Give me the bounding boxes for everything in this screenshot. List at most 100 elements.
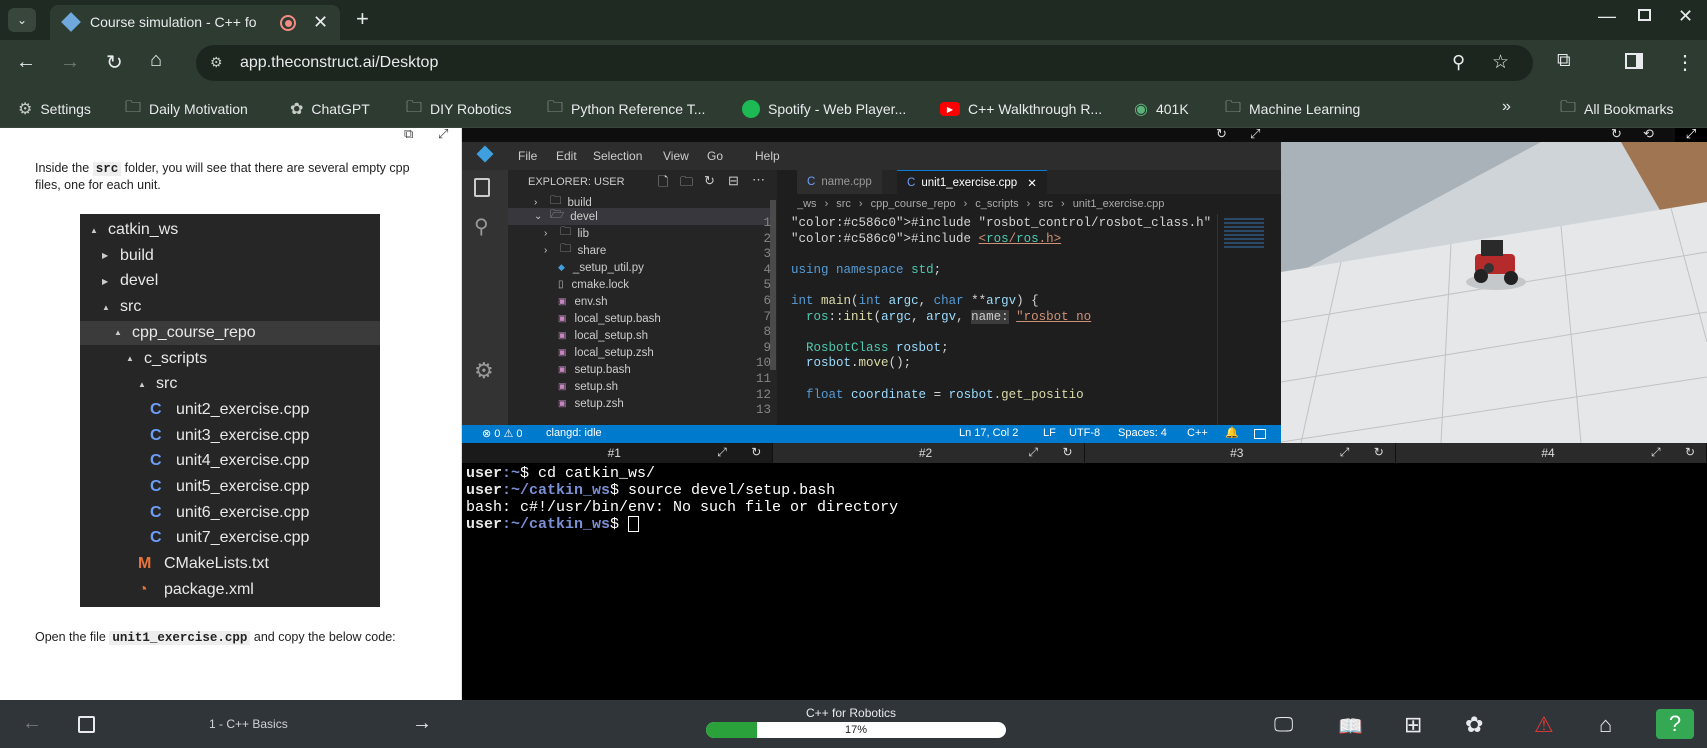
expand-icon[interactable]: ⤢ bbox=[1250, 126, 1260, 142]
lsp-status[interactable]: clangd: idle bbox=[546, 427, 602, 439]
more-bookmarks-icon[interactable]: » bbox=[1502, 98, 1511, 116]
close-tab-icon[interactable]: ✕ bbox=[313, 12, 328, 33]
explorer-item[interactable]: ▣ env.sh bbox=[544, 293, 608, 310]
terminal-tab[interactable]: #1 ⤢ ↻ bbox=[462, 443, 774, 463]
expand-icon[interactable]: ⤢ bbox=[1651, 445, 1661, 460]
warning-icon[interactable]: ⚠ bbox=[1534, 712, 1554, 738]
bookmark-cpp-walkthrough[interactable]: ▶ C++ Walkthrough R... bbox=[940, 97, 1102, 121]
forward-icon[interactable]: → bbox=[60, 51, 80, 74]
expand-icon[interactable]: ⤢ bbox=[717, 445, 727, 460]
menu-help[interactable]: Help bbox=[755, 149, 780, 163]
bookmark-machine-learning[interactable]: 🗀 Machine Learning bbox=[1225, 97, 1360, 121]
refresh-icon[interactable]: ↻ bbox=[1216, 126, 1227, 142]
close-window-icon[interactable]: ✕ bbox=[1678, 6, 1693, 27]
encoding-status[interactable]: UTF-8 bbox=[1069, 427, 1100, 439]
side-panel-icon[interactable] bbox=[1625, 53, 1643, 69]
bookmark-spotify[interactable]: Spotify - Web Player... bbox=[742, 97, 906, 121]
problems-indicator[interactable]: ⊗ 0 ⚠ 0 bbox=[482, 427, 522, 440]
explorer-icon[interactable] bbox=[474, 178, 490, 197]
reload-icon[interactable]: ↻ bbox=[1611, 128, 1622, 142]
new-file-icon[interactable]: 🗋 bbox=[658, 173, 668, 195]
indent-status[interactable]: Spaces: 4 bbox=[1118, 427, 1167, 439]
minimize-icon[interactable]: — bbox=[1598, 6, 1616, 27]
reload-icon[interactable]: ↻ bbox=[1685, 445, 1695, 459]
reload-icon[interactable]: ↻ bbox=[106, 50, 123, 75]
home-icon[interactable]: ⌂ bbox=[150, 49, 162, 72]
menu-edit[interactable]: Edit bbox=[556, 149, 577, 163]
open-external-icon[interactable]: ⧉ bbox=[404, 128, 413, 142]
reload-icon[interactable]: ↻ bbox=[1063, 445, 1073, 459]
explorer-item[interactable]: ▯ cmake.lock bbox=[544, 276, 629, 293]
notifications-icon[interactable]: 🔔 bbox=[1225, 426, 1239, 439]
explorer-item[interactable]: ▣ local_setup.bash bbox=[544, 310, 661, 327]
explorer-item[interactable]: ▣ setup.sh bbox=[544, 378, 618, 395]
terminal-tab[interactable]: #2 ⤢ ↻ bbox=[773, 443, 1085, 463]
reset-icon[interactable]: ⟲ bbox=[1643, 128, 1654, 142]
explorer-item[interactable]: ▣ local_setup.sh bbox=[544, 327, 648, 344]
tab-name-cpp[interactable]: Cname.cpp bbox=[797, 170, 882, 194]
explorer-item[interactable]: › 🗀 lib bbox=[544, 225, 589, 242]
tab-unit1-exercise[interactable]: Cunit1_exercise.cpp ✕ bbox=[897, 170, 1047, 194]
terminal-tab[interactable]: #3 ⤢ ↻ bbox=[1084, 443, 1396, 463]
extensions-icon[interactable]: ⧉ bbox=[1557, 50, 1571, 72]
close-tab-icon[interactable]: ✕ bbox=[1027, 176, 1037, 190]
bookmark-chatgpt[interactable]: ✿ ChatGPT bbox=[290, 97, 370, 121]
menu-selection[interactable]: Selection bbox=[593, 149, 642, 163]
home-icon[interactable]: ⌂ bbox=[1599, 712, 1612, 738]
breadcrumb-item[interactable]: _ws bbox=[797, 198, 817, 210]
menu-icon[interactable]: ⋮ bbox=[1675, 50, 1695, 75]
reload-icon[interactable]: ↻ bbox=[751, 445, 761, 459]
breadcrumb-item[interactable]: cpp_course_repo bbox=[871, 198, 956, 210]
menu-go[interactable]: Go bbox=[707, 149, 723, 163]
settings-gear-icon[interactable]: ⚙ bbox=[474, 358, 494, 384]
desktop-icon[interactable]: 🖵 bbox=[1274, 714, 1293, 737]
search-icon[interactable]: ⚲ bbox=[474, 214, 489, 239]
bookmark-diy-robotics[interactable]: 🗀 DIY Robotics bbox=[406, 97, 511, 121]
breadcrumb-item[interactable]: src bbox=[836, 198, 851, 210]
tab-search-button[interactable]: ⌄ bbox=[8, 8, 36, 32]
more-actions-icon[interactable]: ⋯ bbox=[752, 172, 765, 188]
bookmark-daily-motivation[interactable]: 🗀 Daily Motivation bbox=[125, 97, 248, 121]
refresh-explorer-icon[interactable]: ↻ bbox=[704, 173, 715, 189]
previous-unit-icon[interactable]: ← bbox=[22, 712, 42, 735]
bookmark-star-icon[interactable]: ☆ bbox=[1492, 51, 1509, 74]
cursor-position[interactable]: Ln 17, Col 2 bbox=[959, 427, 1018, 439]
address-bar[interactable]: ⚙ app.theconstruct.ai/Desktop ⚲ ☆ bbox=[196, 45, 1533, 81]
next-unit-icon[interactable]: → bbox=[412, 712, 432, 735]
expand-icon[interactable]: ⤢ bbox=[1340, 445, 1350, 460]
expand-icon[interactable]: ⤢ bbox=[438, 128, 448, 142]
explorer-item[interactable]: ▣ setup.zsh bbox=[544, 395, 624, 412]
book-icon[interactable]: 📖 bbox=[1338, 714, 1363, 739]
new-tab-icon[interactable]: + bbox=[356, 6, 369, 32]
all-bookmarks[interactable]: 🗀 All Bookmarks bbox=[1560, 97, 1673, 121]
explorer-item[interactable]: ▣ setup.bash bbox=[544, 361, 631, 378]
zoom-icon[interactable]: ⚲ bbox=[1452, 52, 1465, 73]
eol-status[interactable]: LF bbox=[1043, 427, 1056, 439]
ai-assistant-icon[interactable]: ✿ bbox=[1465, 712, 1483, 738]
explorer-item[interactable]: ◆ _setup_util.py bbox=[544, 259, 644, 276]
new-folder-icon[interactable]: 🗀 bbox=[680, 173, 693, 195]
notebook-toggle-icon[interactable] bbox=[78, 716, 95, 733]
explorer-item[interactable]: › 🗀 share bbox=[544, 242, 606, 259]
terminal-1[interactable]: user:~$ cd catkin_ws/user:~/catkin_ws$ s… bbox=[462, 463, 1707, 700]
code-area[interactable]: 1 "color:#c586c0">#include "rosbot_contro… bbox=[739, 214, 1219, 425]
breadcrumb-item[interactable]: c_scripts bbox=[975, 198, 1018, 210]
menu-view[interactable]: View bbox=[663, 149, 689, 163]
expand-icon[interactable]: ⤢ bbox=[1029, 445, 1039, 460]
bookmark-settings[interactable]: ⚙ Settings bbox=[18, 97, 91, 121]
collapse-all-icon[interactable]: ⊟ bbox=[728, 173, 739, 189]
simulation-view[interactable]: ↻ ⟲ ⤢ bbox=[1281, 128, 1707, 443]
explorer-item[interactable]: ⌄ 🗁 devel bbox=[508, 208, 770, 225]
help-button[interactable]: ? bbox=[1656, 709, 1694, 739]
bookmark-python-reference[interactable]: 🗀 Python Reference T... bbox=[547, 97, 705, 121]
expand-icon[interactable]: ⤢ bbox=[1675, 128, 1707, 142]
grid-icon[interactable]: ⊞ bbox=[1404, 712, 1422, 738]
language-status[interactable]: C++ bbox=[1187, 427, 1208, 439]
back-icon[interactable]: ← bbox=[16, 51, 36, 74]
reload-icon[interactable]: ↻ bbox=[1374, 445, 1384, 459]
minimap[interactable] bbox=[1217, 214, 1277, 425]
explorer-item[interactable]: ▣ local_setup.zsh bbox=[544, 344, 654, 361]
bookmark-401k[interactable]: ◉ 401K bbox=[1134, 97, 1189, 121]
breadcrumb-item[interactable]: unit1_exercise.cpp bbox=[1073, 198, 1165, 210]
layout-icon[interactable] bbox=[1254, 429, 1266, 439]
